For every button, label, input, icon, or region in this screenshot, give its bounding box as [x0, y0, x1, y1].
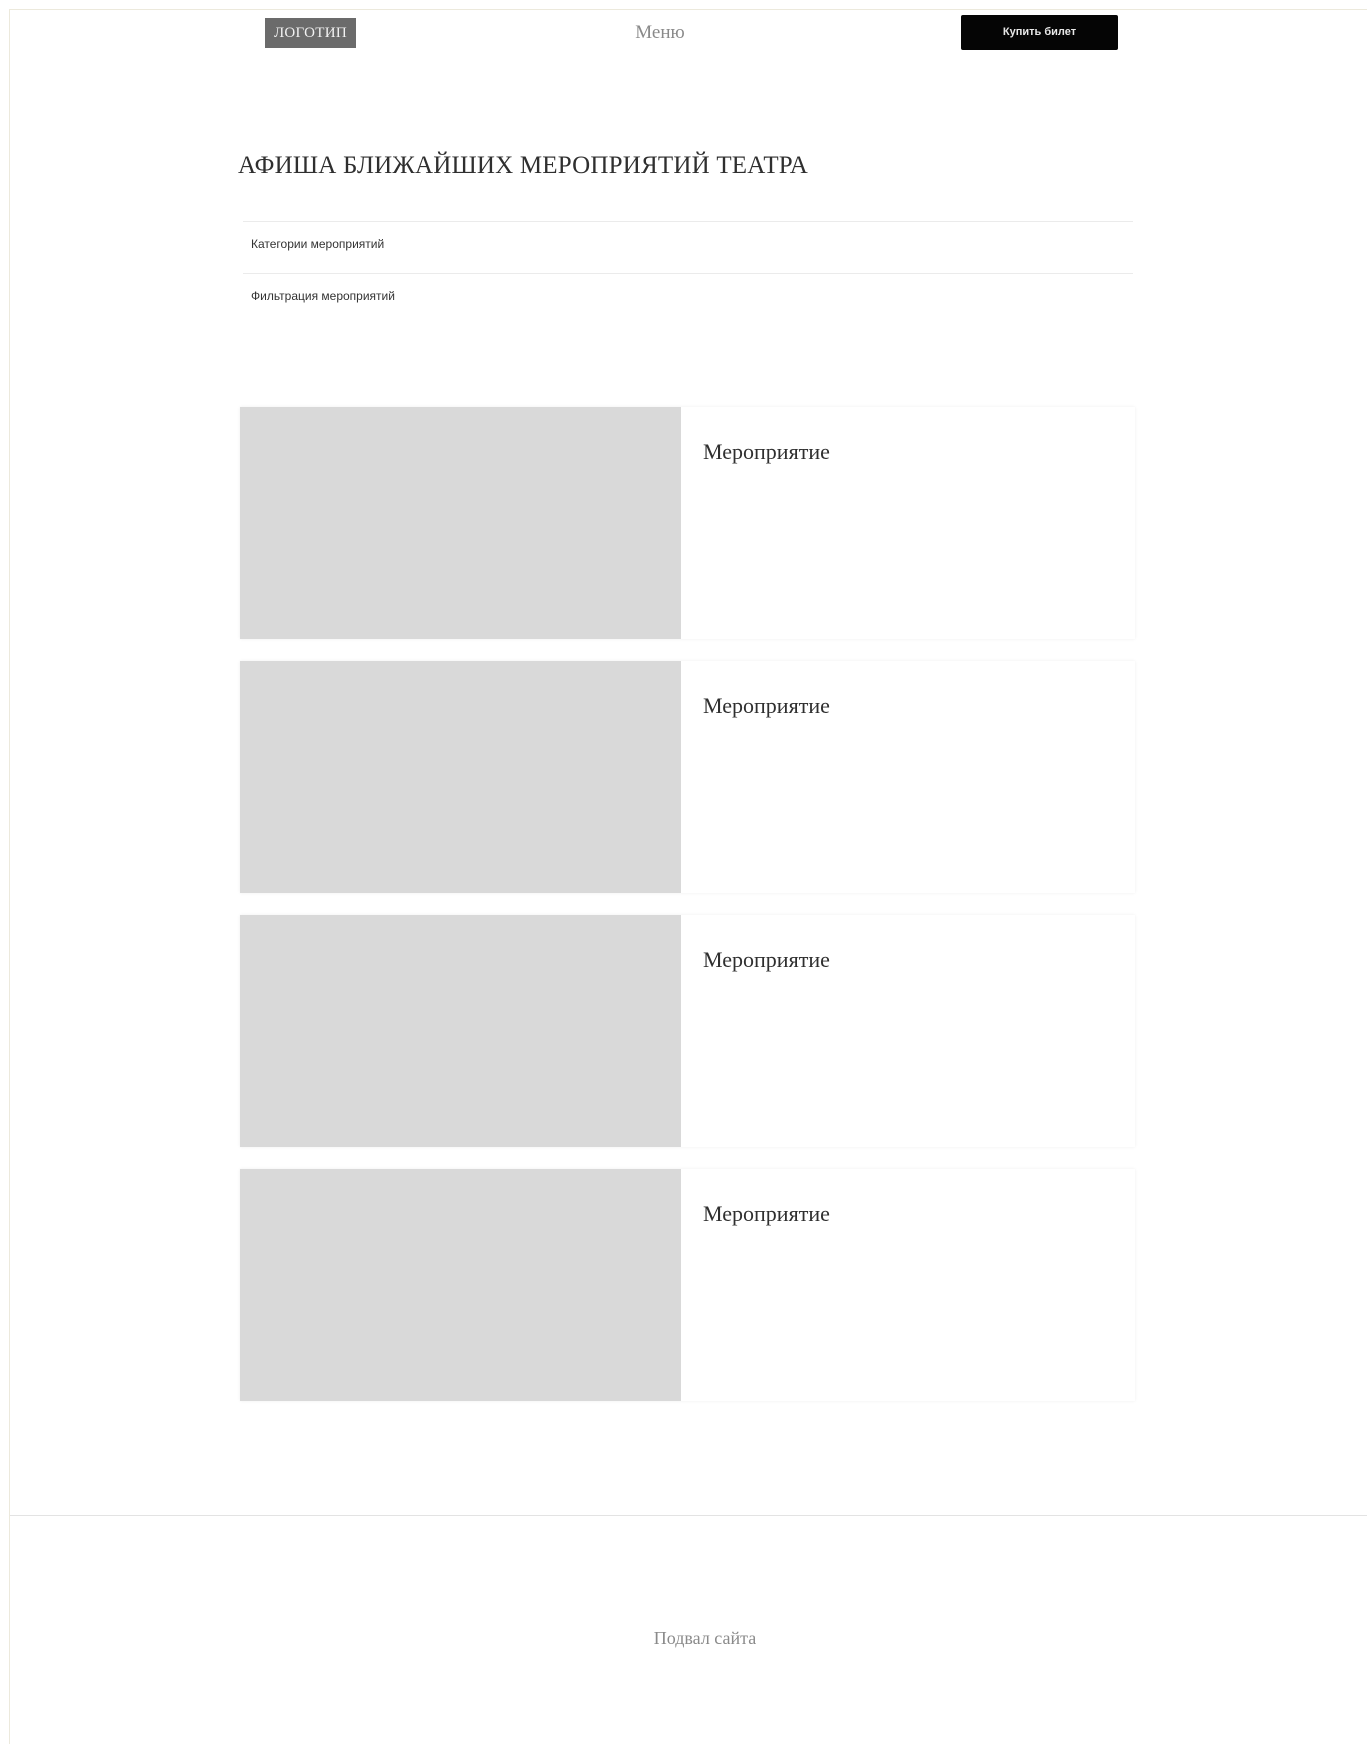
event-title: Мероприятие — [703, 439, 830, 464]
footer-text: Подвал сайта — [653, 1628, 757, 1648]
site-header: ЛОГОТИП Меню Купить билет — [0, 0, 1367, 60]
logo[interactable]: ЛОГОТИП — [265, 18, 356, 48]
event-card[interactable]: Мероприятие — [240, 1169, 1135, 1401]
menu-link[interactable]: Меню — [630, 20, 690, 46]
event-image-placeholder — [240, 915, 681, 1147]
event-title: Мероприятие — [703, 947, 830, 972]
filters-panel: Категории мероприятий Фильтрация меропри… — [243, 221, 1133, 325]
event-card[interactable]: Мероприятие — [240, 661, 1135, 893]
event-title: Мероприятие — [703, 1201, 830, 1226]
event-image-placeholder — [240, 407, 681, 639]
event-image-placeholder — [240, 1169, 681, 1401]
event-image-placeholder — [240, 661, 681, 893]
page-title: АФИША БЛИЖАЙШИХ МЕРОПРИЯТИЙ ТЕАТРА — [238, 152, 808, 179]
event-categories-filter[interactable]: Категории мероприятий — [243, 221, 1133, 273]
buy-ticket-button[interactable]: Купить билет — [961, 15, 1118, 50]
site-footer: Подвал сайта — [10, 1515, 1367, 1745]
filter-label: Категории мероприятий — [251, 237, 385, 251]
event-filtering[interactable]: Фильтрация мероприятий — [243, 273, 1133, 325]
event-title: Мероприятие — [703, 693, 830, 718]
event-card[interactable]: Мероприятие — [240, 915, 1135, 1147]
filter-label: Фильтрация мероприятий — [251, 289, 395, 303]
event-card[interactable]: Мероприятие — [240, 407, 1135, 639]
